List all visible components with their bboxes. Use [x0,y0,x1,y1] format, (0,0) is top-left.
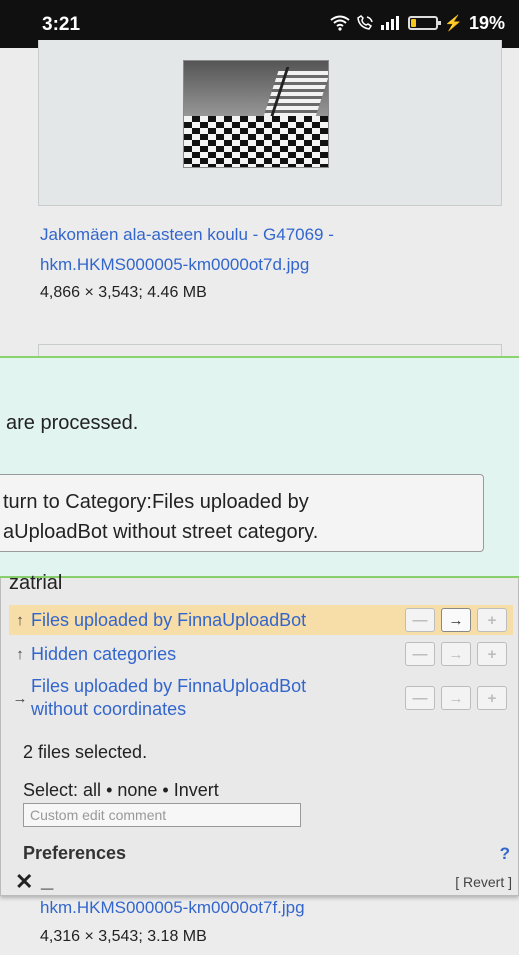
file-link[interactable]: hkm.HKMS000005-km0000ot7f.jpg [40,898,305,918]
category-link-line1: Files uploaded by FinnaUploadBot [31,676,307,696]
file-size: 4,866 × 3,543; 4.46 MB [40,284,207,301]
category-arrow: ↑ [16,611,24,629]
file-link-line1[interactable]: Jakomäen ala-asteen koulu - G47069 - [40,220,334,250]
category-row: ↑ Hidden categories — → + [9,640,513,668]
category-row: → Files uploaded by FinnaUploadBot witho… [9,672,513,724]
select-controls: Select: all • none • Invert [23,780,219,801]
signal-bars-icon [381,16,400,30]
select-invert-link[interactable]: Invert [174,780,219,800]
category-buttons: — → + [405,608,507,632]
remove-category-button[interactable]: — [405,642,435,666]
preferences-link[interactable]: Preferences [23,843,126,864]
battery-level [411,19,417,27]
wifi-calling-icon [357,15,374,30]
select-all-link[interactable]: all [83,780,101,800]
keep-category-button[interactable]: → [441,686,471,710]
gallery-thumbnail[interactable] [183,60,329,168]
add-category-button[interactable]: + [477,608,507,632]
category-row: ↑ Files uploaded by FinnaUploadBot — → + [9,605,513,635]
return-button-line1: turn to Category:Files uploaded by [3,490,309,513]
thumbnail-floor [184,116,328,167]
charging-icon: ⚡ [444,15,463,32]
return-to-category-button[interactable]: turn to Category:Files uploaded by aUplo… [0,474,484,552]
file-size: 4,316 × 3,543; 3.18 MB [40,928,207,945]
select-none-link[interactable]: none [117,780,157,800]
keep-category-button[interactable]: → [441,642,471,666]
notice-message: are processed. [6,412,139,434]
edit-comment-input[interactable] [23,803,301,827]
file-link-line2[interactable]: hkm.HKMS000005-km0000ot7d.jpg [40,250,309,280]
category-link[interactable]: Files uploaded by FinnaUploadBot [31,609,405,632]
battery-icon [408,16,442,30]
category-link[interactable]: Hidden categories [31,643,405,666]
return-button-line2: aUploadBot without street category. [3,520,319,543]
add-category-button[interactable]: + [477,686,507,710]
help-icon[interactable]: ? [500,844,510,864]
notice-panel: are processed. turn to Category:Files up… [0,356,519,578]
category-link-line2: without coordinates [31,699,187,719]
revert-link[interactable]: [ Revert ] [455,874,512,890]
select-label: Select: [23,780,79,800]
separator-dot: • [106,780,113,800]
status-icons: ⚡ 19% [330,12,505,34]
selected-count: 2 files selected. [23,742,148,762]
remove-category-button[interactable]: — [405,686,435,710]
remove-category-button[interactable]: — [405,608,435,632]
category-link[interactable]: Files uploaded by FinnaUploadBot without… [31,675,405,721]
cat-editor-panel: zatrial ↑ Files uploaded by FinnaUploadB… [0,572,519,896]
category-arrow: ↑ [16,645,24,663]
minimize-icon[interactable]: _ [41,867,53,893]
panel-clipped-text: zatrial [9,572,63,590]
separator-dot: • [162,780,169,800]
clock: 3:21 [42,14,81,35]
close-icon[interactable]: ✕ [15,869,33,895]
wifi-icon [330,15,350,31]
category-buttons: — → + [405,686,507,710]
keep-category-button[interactable]: → [441,608,471,632]
battery-percent: 19% [468,12,505,33]
add-category-button[interactable]: + [477,642,507,666]
category-buttons: — → + [405,642,507,666]
category-arrow: → [12,689,28,707]
